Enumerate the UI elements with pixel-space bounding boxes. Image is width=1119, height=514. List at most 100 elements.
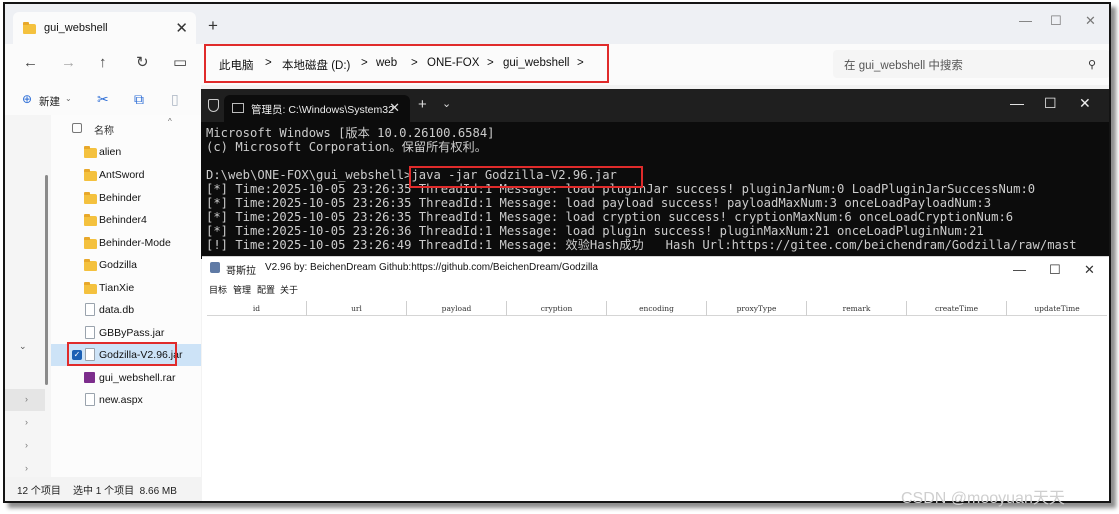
terminal-tab[interactable]: 管理员: C:\Windows\System32 ✕ <box>224 95 410 122</box>
copy-icon[interactable]: ⧉ <box>134 91 144 108</box>
list-item[interactable]: GBByPass.jar <box>51 322 201 344</box>
new-terminal-tab-button[interactable]: + <box>418 96 427 113</box>
terminal-line: [*] Time:2025-10-05 23:26:35 ThreadId:1 … <box>206 196 992 210</box>
column-header-name[interactable]: 名称 <box>94 122 114 137</box>
shell-table-header: id url payload cryption encoding proxyTy… <box>207 301 1107 316</box>
breadcrumb-separator: > <box>411 57 418 69</box>
folder-icon <box>23 22 36 34</box>
minimize-button[interactable]: — <box>1019 13 1032 28</box>
terminal-line: [*] Time:2025-10-05 23:26:35 ThreadId:1 … <box>206 210 1014 224</box>
godzilla-window: 哥斯拉 V2.96 by: BeichenDream Github:https:… <box>202 256 1109 501</box>
status-selected: 选中 1 个项目 8.66 MB <box>73 486 177 497</box>
new-button[interactable]: 新建 <box>39 94 60 109</box>
view-pane-icon[interactable]: ▭ <box>173 55 187 70</box>
minimize-button[interactable]: — <box>1013 262 1026 277</box>
chevron-right-icon[interactable]: › <box>25 417 28 427</box>
column-header-id[interactable]: id <box>207 301 307 316</box>
chevron-right-icon[interactable]: › <box>25 394 28 404</box>
chevron-down-icon: ⌄ <box>65 94 72 103</box>
column-header-url[interactable]: url <box>307 301 407 316</box>
close-tab-icon[interactable]: ✕ <box>389 100 400 116</box>
navpane-scrollbar[interactable] <box>45 175 48 385</box>
back-arrow-icon[interactable]: ← <box>23 55 38 70</box>
folder-icon <box>84 214 97 226</box>
search-input[interactable]: 在 gui_webshell 中搜索 ⚲ <box>833 50 1109 78</box>
file-icon <box>85 393 95 406</box>
address-breadcrumb[interactable]: 此电脑 > 本地磁盘 (D:) > web > ONE-FOX > gui_we… <box>204 44 609 83</box>
menu-target[interactable]: 目标 <box>209 283 227 296</box>
godzilla-title-bar: 哥斯拉 V2.96 by: BeichenDream Github:https:… <box>202 257 1109 279</box>
maximize-button[interactable]: ☐ <box>1050 13 1062 29</box>
column-header-remark[interactable]: remark <box>807 301 907 316</box>
terminal-tab-bar: 管理员: C:\Windows\System32 ✕ + ⌄ — ☐ ✕ <box>201 89 1109 122</box>
list-item[interactable]: data.db <box>51 299 201 321</box>
list-item[interactable]: alien <box>51 141 201 163</box>
list-item[interactable]: AntSword <box>51 164 201 186</box>
breadcrumb-item-web[interactable]: web <box>376 57 397 69</box>
breadcrumb-item-drive-d[interactable]: 本地磁盘 (D:) <box>282 57 350 73</box>
paste-icon[interactable]: ▯ <box>171 91 179 108</box>
maximize-button[interactable]: ☐ <box>1049 262 1061 278</box>
select-all-checkbox[interactable] <box>72 123 82 133</box>
terminal-icon <box>232 103 244 113</box>
menu-manage[interactable]: 管理 <box>233 283 251 296</box>
terminal-line: [!] Time:2025-10-05 23:26:49 ThreadId:1 … <box>206 238 1077 252</box>
new-tab-button[interactable]: + <box>208 17 218 34</box>
terminal-output[interactable]: Microsoft Windows [版本 10.0.26100.6584] (c… <box>206 126 1077 252</box>
list-item[interactable]: Behinder-Mode <box>51 232 201 254</box>
terminal-tab-title: 管理员: C:\Windows\System32 <box>251 104 394 116</box>
list-item[interactable]: new.aspx <box>51 389 201 411</box>
menu-about[interactable]: 关于 <box>280 283 298 296</box>
column-header-cryption[interactable]: cryption <box>507 301 607 316</box>
folder-icon <box>84 169 97 181</box>
close-window-button[interactable]: ✕ <box>1084 262 1095 278</box>
breadcrumb-item-gui-webshell[interactable]: gui_webshell <box>503 57 570 69</box>
terminal-line: Microsoft Windows [版本 10.0.26100.6584] <box>206 126 495 140</box>
status-item-count: 12 个项目 <box>17 486 61 497</box>
breadcrumb-item-one-fox[interactable]: ONE-FOX <box>427 57 479 69</box>
list-item[interactable]: gui_webshell.rar <box>51 367 201 389</box>
column-header-encoding[interactable]: encoding <box>607 301 707 316</box>
column-header-proxytype[interactable]: proxyType <box>707 301 807 316</box>
list-item[interactable]: Godzilla <box>51 254 201 276</box>
close-window-button[interactable]: ✕ <box>1079 95 1091 112</box>
status-bar: 12 个项目 选中 1 个项目 8.66 MB <box>5 477 201 501</box>
shell-table-body[interactable] <box>207 317 1107 497</box>
folder-icon <box>84 282 97 294</box>
list-item-name: new.aspx <box>99 394 143 406</box>
folder-icon <box>84 146 97 158</box>
minimize-button[interactable]: — <box>1010 95 1024 111</box>
forward-arrow-icon[interactable]: → <box>61 55 76 70</box>
search-placeholder: 在 gui_webshell 中搜索 <box>844 60 963 72</box>
rar-archive-icon <box>84 372 95 383</box>
cut-icon[interactable]: ✂ <box>97 91 109 108</box>
refresh-icon[interactable]: ↻ <box>136 55 149 70</box>
menu-config[interactable]: 配置 <box>257 283 275 296</box>
chevron-right-icon[interactable]: › <box>25 440 28 450</box>
list-item[interactable]: TianXie <box>51 277 201 299</box>
close-window-button[interactable]: ✕ <box>1085 13 1096 29</box>
list-item[interactable]: Behinder4 <box>51 209 201 231</box>
breadcrumb-separator: > <box>265 57 272 69</box>
list-item-name: Behinder <box>99 192 142 204</box>
command-highlight-box <box>409 166 643 188</box>
godzilla-app-name: 哥斯拉 <box>226 266 256 277</box>
terminal-line: [*] Time:2025-10-05 23:26:36 ThreadId:1 … <box>206 224 984 238</box>
folder-icon <box>84 192 97 204</box>
app-icon <box>210 262 220 273</box>
new-icon: ⊕ <box>22 92 33 106</box>
column-header-payload[interactable]: payload <box>407 301 507 316</box>
breadcrumb-item-this-pc[interactable]: 此电脑 <box>219 57 254 73</box>
chevron-down-icon[interactable]: ⌄ <box>442 97 451 110</box>
column-header-createtime[interactable]: createTime <box>907 301 1007 316</box>
up-arrow-icon[interactable]: ↑ <box>99 55 107 70</box>
screenshot-stage: gui_webshell ✕ + — ☐ ✕ ← → ↑ ↻ ▭ 此电脑 > 本… <box>0 0 1119 514</box>
chevron-right-icon[interactable]: › <box>25 463 28 473</box>
column-header-updatetime[interactable]: updateTime <box>1007 301 1107 316</box>
explorer-tab[interactable]: gui_webshell ✕ <box>13 12 196 44</box>
maximize-button[interactable]: ☐ <box>1044 95 1057 112</box>
expand-chevron-icon[interactable]: ⌄ <box>19 341 27 352</box>
list-item[interactable]: Behinder <box>51 187 201 209</box>
close-tab-icon[interactable]: ✕ <box>175 19 188 37</box>
file-list: 名称 ^ alien AntSword Behinder Behinder4 B… <box>51 115 201 477</box>
